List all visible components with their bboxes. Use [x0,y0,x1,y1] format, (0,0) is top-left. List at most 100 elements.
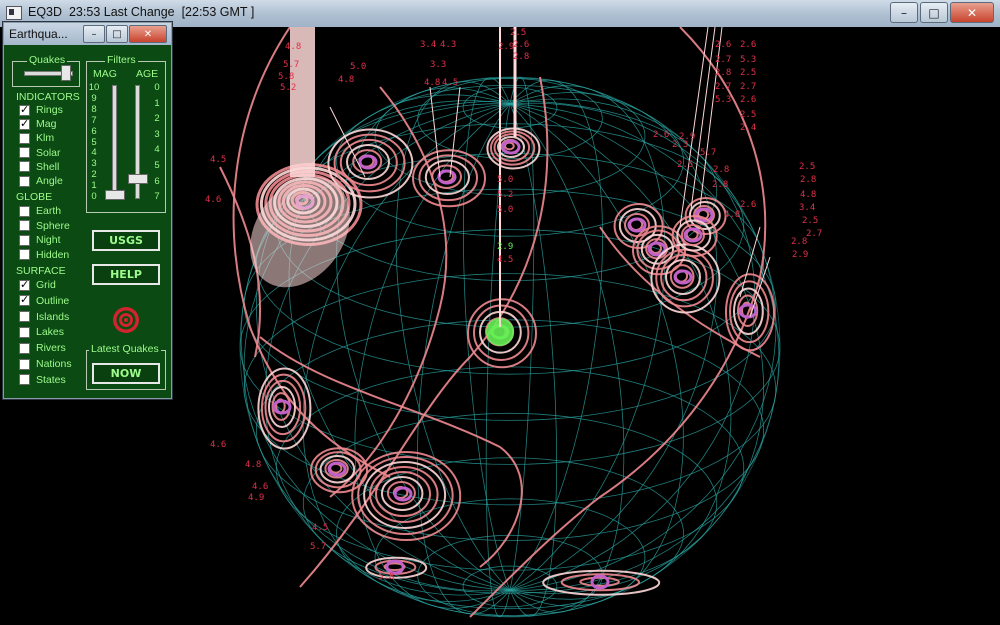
indicators-mag-row[interactable]: Mag [19,117,56,131]
mag-scale-tick: 9 [91,92,97,104]
quake-label: 3.4 [420,40,436,50]
globe-night-label: Night [36,234,61,246]
quake-label: 2.5 [510,28,526,38]
surface-grid-row[interactable]: Grid [19,278,56,292]
quake-label: 4.5 [497,255,513,265]
indicators-klm-label: Klm [36,132,55,145]
indicators-solar-label: Solar [36,146,61,159]
mag-scale-tick: 8 [91,103,97,115]
surface-states-label: States [36,373,66,386]
surface-islands-label: Islands [36,310,70,323]
indicators-angle-checkbox[interactable] [19,175,30,187]
quake-label: 4.8 [338,75,354,85]
surface-islands-checkbox[interactable] [19,311,30,323]
quake-label: 2.6 [740,40,756,50]
help-button[interactable]: HELP [92,264,160,285]
indicators-shell-label: Shell [36,160,60,173]
panel-minimize-button[interactable]: – [83,25,105,43]
quake-label: 4.6 [210,440,226,450]
surface-outline-row[interactable]: Outline [19,293,70,308]
indicators-shell-row[interactable]: Shell [19,160,59,174]
quake-label: 2.7 [715,82,731,92]
quake-label: 5.0 [497,175,513,185]
age-scale-tick: 2 [154,113,160,125]
globe-sphere-checkbox[interactable] [19,220,30,231]
now-button[interactable]: NOW [92,363,160,384]
quake-label: 4.8 [800,190,816,200]
quake-label: 2.7 [740,82,756,92]
age-scale-tick: 1 [154,97,160,109]
surface-outline-label: Outline [36,294,70,307]
close-button[interactable]: ✕ [950,2,994,23]
target-icon[interactable] [111,305,141,335]
indicators-solar-checkbox[interactable] [19,147,30,159]
indicators-klm-row[interactable]: Klm [19,131,54,145]
surface-states-checkbox[interactable] [19,374,30,386]
quake-label: 4.6 [205,195,221,205]
quake-label: 5.7 [283,60,299,70]
usgs-button[interactable]: USGS [92,230,160,251]
indicators-klm-checkbox[interactable] [19,132,30,144]
surface-rivers-checkbox[interactable] [19,342,30,354]
panel-maximize-button[interactable]: □ [106,25,128,43]
globe-earth-row[interactable]: Earth [19,204,61,218]
filters-group-title: Filters [105,54,138,66]
globe-hidden-checkbox[interactable] [19,249,30,260]
mag-slider-thumb[interactable] [105,190,125,200]
surface-grid-label: Grid [36,279,56,291]
indicators-mag-checkbox[interactable] [19,117,30,130]
minimize-button[interactable]: – [890,2,918,23]
surface-islands-row[interactable]: Islands [19,310,69,324]
quake-label: 4.9 [248,493,264,503]
surface-nations-row[interactable]: Nations [19,357,72,371]
globe-earth-checkbox[interactable] [19,205,30,217]
quake-label: 5.2 [280,83,296,93]
age-scale-tick: 6 [154,175,160,187]
quake-label: 2.8 [791,237,807,247]
maximize-button[interactable]: □ [920,2,948,23]
control-panel[interactable]: Earthqua... – □ ✕ Quakes INDICATORS GLOB… [3,22,172,399]
age-scale-tick: 7 [154,191,160,203]
globe-night-row[interactable]: Night [19,233,61,247]
indicators-angle-row[interactable]: Angle [19,174,63,188]
quake-label: 5.7 [310,542,326,552]
surface-grid-checkbox[interactable] [19,278,30,291]
globe-night-checkbox[interactable] [19,234,30,246]
indicators-rings-row[interactable]: Rings [19,103,63,117]
surface-lakes-checkbox[interactable] [19,326,30,338]
quake-label: 5.0 [497,205,513,215]
indicators-rings-label: Rings [36,104,63,116]
surface-lakes-row[interactable]: Lakes [19,325,64,339]
panel-title-bar[interactable]: Earthqua... – □ ✕ [4,23,171,45]
quakes-slider-thumb[interactable] [61,65,71,81]
globe-hidden-row[interactable]: Hidden [19,248,69,262]
globe-sphere-row[interactable]: Sphere [19,219,70,233]
quake-label: 4.5 [312,523,328,533]
surface-outline-checkbox[interactable] [19,293,30,307]
quake-label: 2.5 [677,160,693,170]
quake-label: 2.7 [715,55,731,65]
indicators-solar-row[interactable]: Solar [19,146,61,160]
indicators-shell-checkbox[interactable] [19,161,30,173]
mag-slider-track[interactable] [112,85,117,199]
age-slider-thumb[interactable] [128,174,148,184]
surface-rivers-row[interactable]: Rivers [19,341,66,355]
quake-label: 2.8 [713,165,729,175]
mag-scale-tick: 1 [91,180,97,192]
surface-nations-checkbox[interactable] [19,358,30,370]
age-scale-tick: 0 [154,82,160,93]
quake-label: 4.8 [724,210,740,220]
quake-label: 5.3 [740,55,756,65]
mag-scale-tick: 5 [91,136,97,148]
mag-scale-tick: 0 [91,191,97,202]
indicators-mag-label: Mag [36,118,57,131]
panel-close-button[interactable]: ✕ [129,25,167,43]
age-scale-tick: 3 [154,128,160,140]
quake-label: 2.4 [740,123,756,133]
quake-label: 5.3 [715,95,731,105]
quake-label: 4.6 [252,482,268,492]
surface-lakes-label: Lakes [36,326,65,339]
mag-scale-tick: 3 [91,158,97,170]
surface-states-row[interactable]: States [19,373,66,387]
indicators-rings-checkbox[interactable] [19,103,30,116]
